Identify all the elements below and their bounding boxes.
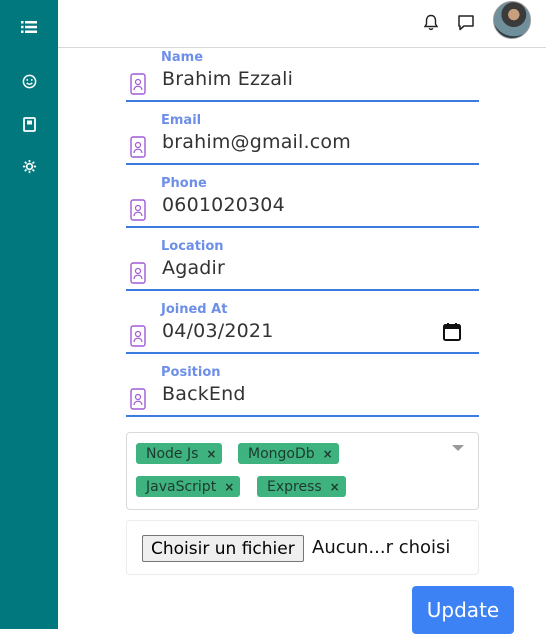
avatar[interactable] [493, 1, 531, 39]
email-field[interactable]: Email brahim@gmail.com [126, 109, 479, 165]
bell-icon[interactable] [421, 12, 441, 32]
contact-icon [130, 199, 146, 221]
tag-label: JavaScript [146, 478, 217, 495]
contact-icon [130, 262, 146, 284]
smiley-icon[interactable] [19, 71, 39, 91]
phone-label: Phone [161, 176, 207, 191]
remove-tag-icon[interactable]: × [224, 480, 234, 494]
position-input[interactable]: BackEnd [162, 383, 246, 405]
gear-icon[interactable] [19, 156, 39, 176]
contact-icon [130, 73, 146, 95]
contact-icon [130, 325, 146, 347]
tag-chip: Node Js × [136, 443, 223, 464]
phone-input[interactable]: 0601020304 [162, 194, 285, 216]
list-icon[interactable] [19, 17, 39, 37]
location-field[interactable]: Location Agadir [126, 235, 479, 291]
choose-file-button[interactable]: Choisir un fichier [142, 535, 304, 562]
remove-tag-icon[interactable]: × [330, 480, 340, 494]
name-label: Name [161, 50, 204, 65]
tag-label: Node Js [146, 445, 199, 462]
file-status: Aucun...r choisi [312, 537, 451, 558]
tag-label: MongoDb [248, 445, 315, 462]
position-field[interactable]: Position BackEnd [126, 361, 479, 417]
location-label: Location [161, 239, 224, 254]
remove-tag-icon[interactable]: × [323, 447, 333, 461]
chat-icon[interactable] [456, 12, 476, 32]
contact-icon [130, 136, 146, 158]
name-input[interactable]: Brahim Ezzali [162, 68, 293, 90]
sidebar [0, 0, 58, 629]
update-button[interactable]: Update [412, 586, 514, 634]
tag-chip: Express × [257, 476, 346, 497]
email-label: Email [161, 113, 202, 128]
joined-at-label: Joined At [161, 302, 228, 317]
contact-icon [130, 388, 146, 410]
position-label: Position [161, 365, 221, 380]
remove-tag-icon[interactable]: × [206, 447, 216, 461]
chevron-down-icon[interactable] [452, 445, 464, 451]
skills-select[interactable]: Node Js × MongoDb × JavaScript × Express… [126, 432, 479, 510]
joined-at-field[interactable]: Joined At 04/03/2021 [126, 298, 479, 354]
calendar-icon[interactable] [442, 322, 462, 342]
name-field[interactable]: Name Brahim Ezzali [126, 46, 479, 102]
tag-chip: JavaScript × [136, 476, 241, 497]
joined-at-input[interactable]: 04/03/2021 [162, 320, 274, 342]
location-input[interactable]: Agadir [162, 257, 225, 279]
file-upload: Choisir un fichier Aucun...r choisi [126, 520, 479, 575]
phone-field[interactable]: Phone 0601020304 [126, 172, 479, 228]
tag-chip: MongoDb × [238, 443, 339, 464]
email-input[interactable]: brahim@gmail.com [162, 131, 351, 153]
book-icon[interactable] [19, 114, 39, 134]
tag-label: Express [267, 478, 322, 495]
